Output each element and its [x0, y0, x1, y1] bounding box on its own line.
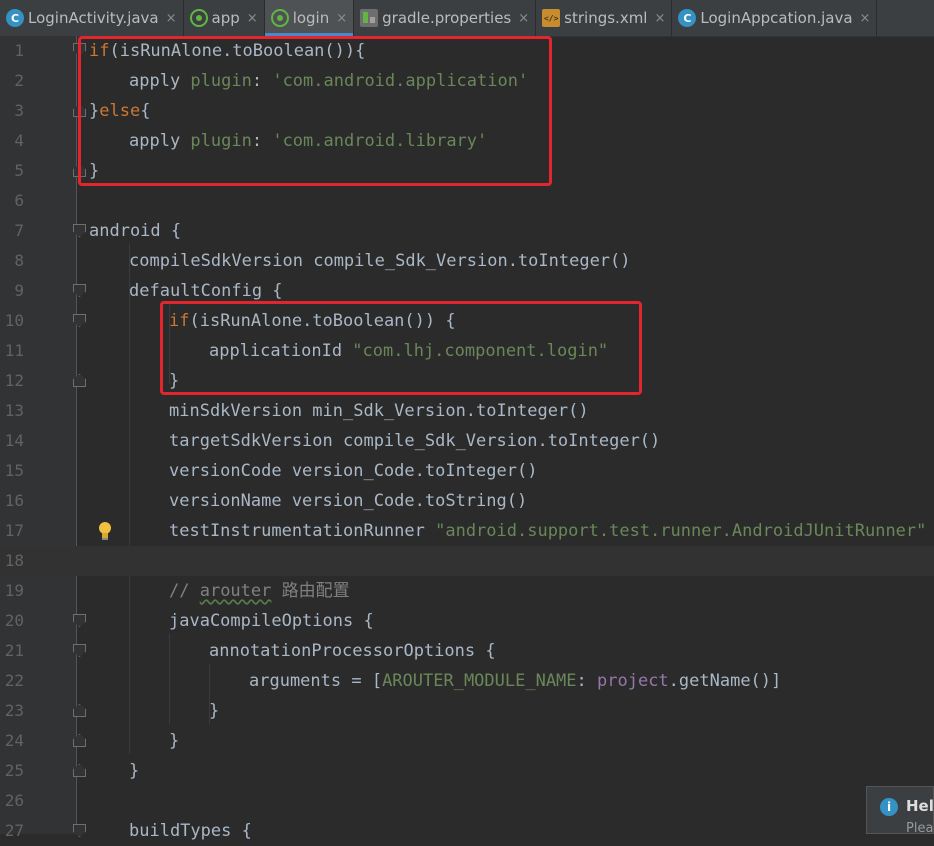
close-tab-icon[interactable]: × [247, 11, 258, 26]
line-number: 7 [14, 221, 24, 240]
line-number: 14 [4, 431, 24, 450]
tab-label: LoginAppcation.java [700, 9, 853, 27]
properties-file-icon [360, 9, 379, 27]
line-number: 12 [4, 371, 24, 390]
line-number: 17 [4, 521, 24, 540]
code-line: 20 javaCompileOptions { [0, 606, 934, 636]
line-number: 1 [14, 41, 24, 60]
code-line: 21 annotationProcessorOptions { [0, 636, 934, 666]
tab-login-activity-java[interactable]: C LoginActivity.java × [0, 0, 184, 36]
code-text: javaCompileOptions { [169, 611, 374, 631]
code-line: 22 arguments = [AROUTER_MODULE_NAME: pro… [0, 666, 934, 696]
line-number: 16 [4, 491, 24, 510]
tab-gradle-properties[interactable]: gradle.properties × [354, 0, 537, 36]
line-number: 2 [14, 71, 24, 90]
java-class-icon: C [6, 9, 24, 27]
close-tab-icon[interactable]: × [860, 11, 871, 26]
tab-label: app [211, 9, 240, 27]
code-line: 25 } [0, 756, 934, 786]
code-text: android { [89, 221, 182, 241]
line-number: 15 [4, 461, 24, 480]
code-line: 16 versionName version_Code.toString() [0, 486, 934, 516]
line-number: 20 [4, 611, 24, 630]
close-tab-icon[interactable]: × [336, 11, 347, 26]
line-number: 22 [4, 671, 24, 690]
tab-label: LoginActivity.java [28, 9, 159, 27]
close-tab-icon[interactable]: × [166, 11, 177, 26]
editor-tab-bar: C LoginActivity.java × app × login × gra… [0, 0, 934, 37]
code-line: 27 buildTypes { [0, 816, 934, 846]
gradle-icon [189, 9, 208, 27]
line-number: 23 [4, 701, 24, 720]
code-line: 26 [0, 786, 934, 816]
tab-login-appcation-java[interactable]: C LoginAppcation.java × [672, 0, 878, 36]
code-text: versionName version_Code.toString() [169, 491, 528, 511]
code-text: testInstrumentationRunner "android.suppo… [169, 521, 927, 541]
tab-label: login [292, 9, 330, 27]
line-number: 13 [4, 401, 24, 420]
tab-app[interactable]: app × [184, 0, 265, 36]
code-text: targetSdkVersion compile_Sdk_Version.toI… [169, 431, 661, 451]
line-number: 11 [4, 341, 24, 360]
info-icon: i [880, 798, 898, 816]
code-text: } [209, 701, 220, 721]
code-text: buildTypes { [129, 821, 252, 841]
line-number: 27 [4, 821, 24, 840]
line-number: 19 [4, 581, 24, 600]
line-number: 24 [4, 731, 24, 750]
code-text: arguments = [AROUTER_MODULE_NAME: projec… [249, 671, 782, 691]
help-title: Help [906, 797, 934, 815]
tab-strings-xml[interactable]: </> strings.xml × [536, 0, 673, 36]
java-class-icon: C [678, 9, 697, 27]
highlight-box-plugin-block [78, 36, 552, 186]
close-tab-icon[interactable]: × [654, 11, 665, 26]
code-text: } [129, 761, 140, 781]
tab-label: strings.xml [564, 9, 648, 27]
code-text: compileSdkVersion compile_Sdk_Version.to… [129, 251, 631, 271]
lightbulb-icon[interactable] [97, 521, 113, 541]
xml-file-icon: </> [542, 9, 561, 27]
code-text: annotationProcessorOptions { [209, 641, 496, 661]
help-notification[interactable]: i Help Plea [866, 786, 934, 836]
line-number: 5 [14, 161, 24, 180]
code-line: 6 [0, 186, 934, 216]
gradle-icon [270, 9, 289, 27]
highlight-box-application-id [160, 301, 642, 395]
line-number: 3 [14, 101, 24, 120]
code-text: } [169, 731, 180, 751]
line-number: 9 [14, 281, 24, 300]
tab-label: gradle.properties [382, 9, 512, 27]
code-line: 15 versionCode version_Code.toInteger() [0, 456, 934, 486]
code-line: 14 targetSdkVersion compile_Sdk_Version.… [0, 426, 934, 456]
line-number: 18 [4, 551, 24, 570]
code-text: versionCode version_Code.toInteger() [169, 461, 538, 481]
code-line: 23 } [0, 696, 934, 726]
code-line: 19 // arouter 路由配置 [0, 576, 934, 606]
line-number: 8 [14, 251, 24, 270]
line-number: 4 [14, 131, 24, 150]
code-comment: // arouter 路由配置 [169, 581, 350, 601]
line-number: 25 [4, 761, 24, 780]
code-line: 17 testInstrumentationRunner "android.su… [0, 516, 934, 546]
code-line: 7 android { [0, 216, 934, 246]
code-line: 13 minSdkVersion min_Sdk_Version.toInteg… [0, 396, 934, 426]
line-number: 10 [4, 311, 24, 330]
close-tab-icon[interactable]: × [518, 11, 529, 26]
code-text: minSdkVersion min_Sdk_Version.toInteger(… [169, 401, 589, 421]
code-line: 24 } [0, 726, 934, 756]
code-editor[interactable]: 1 if(isRunAlone.toBoolean()){ 2 apply pl… [0, 36, 934, 841]
tab-login[interactable]: login × [264, 0, 355, 36]
line-number: 21 [4, 641, 24, 660]
code-line: 8 compileSdkVersion compile_Sdk_Version.… [0, 246, 934, 276]
line-number: 6 [14, 191, 24, 210]
code-line-current: 18 [0, 546, 934, 576]
line-number: 26 [4, 791, 24, 810]
